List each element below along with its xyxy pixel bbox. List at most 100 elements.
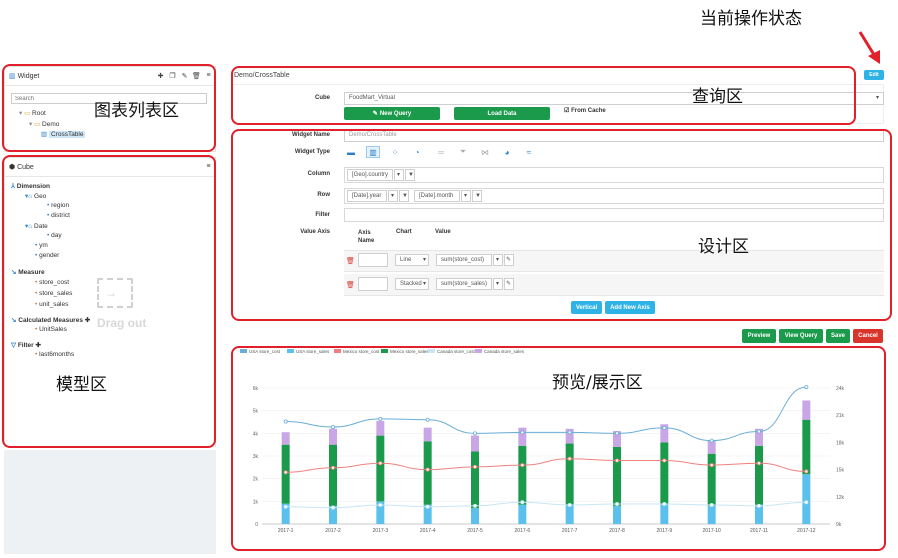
vertical-button[interactable]: Vertical — [571, 301, 602, 314]
row-year-filter-icon[interactable]: ▼ — [399, 190, 409, 202]
line-point — [709, 463, 714, 468]
dim-ym[interactable]: • ym — [35, 242, 48, 249]
add-icon[interactable]: ✚ — [156, 71, 165, 80]
axis-2-value-pill[interactable]: sum(store_sales) — [436, 278, 492, 290]
calculated-group[interactable]: ↘ Calculated Measures ✚ — [11, 316, 90, 324]
preview-button[interactable]: Preview — [742, 329, 776, 343]
filter-group[interactable]: ▽ Filter ✚ — [11, 341, 41, 349]
measure-group[interactable]: ↘ Measure — [11, 268, 45, 276]
calc-unitsales[interactable]: • UnitSales — [35, 326, 67, 333]
right-axis-tick: 9k — [836, 522, 842, 528]
edit-icon[interactable]: ✎ — [180, 71, 189, 80]
widget-type-globe-icon[interactable]: ◕ — [500, 146, 514, 158]
line-point — [709, 438, 714, 443]
row-year-sort-dropdown[interactable]: ▾ — [388, 190, 398, 202]
axis-2-edit-icon[interactable]: ✎ — [504, 278, 514, 290]
trash-icon[interactable]: 🗑 — [192, 71, 201, 80]
line-point — [520, 430, 525, 435]
column-dropzone[interactable] — [344, 167, 884, 183]
tree-crosstable[interactable]: ▥ CrossTable — [41, 130, 86, 138]
axis-1-chart-select[interactable]: Line ▾ — [395, 254, 429, 266]
dim-district[interactable]: • district — [47, 212, 70, 219]
line-point — [472, 503, 477, 508]
from-cache-checkbox[interactable]: ☑ From Cache — [564, 107, 606, 114]
axis-1-value-dropdown[interactable]: ▾ — [493, 254, 503, 266]
load-data-button[interactable]: Load Data — [454, 107, 550, 120]
axis-2-value-dropdown[interactable]: ▾ — [493, 278, 503, 290]
dimension-group[interactable]: ⅄ Dimension — [11, 182, 50, 190]
axis-1-edit-icon[interactable]: ✎ — [504, 254, 514, 266]
legend-label: Canada store_cost — [437, 349, 476, 354]
widget-type-kpi-icon[interactable]: ═ — [434, 146, 448, 158]
edit-status-badge: Edit — [864, 70, 884, 80]
widget-type-pie-icon[interactable]: ◔ — [410, 146, 424, 158]
line-point — [425, 504, 430, 509]
column-pill[interactable]: [Geo].country — [347, 169, 393, 181]
line-point — [331, 465, 336, 470]
bar-segment — [802, 419, 811, 475]
tree-root[interactable]: ▾ ▭ Root — [19, 109, 46, 117]
line-point — [757, 429, 762, 434]
preview-annotation: 预览/展示区 — [552, 373, 643, 393]
edit-icon: ✎ — [372, 111, 378, 117]
copy-icon[interactable]: ❐ — [168, 71, 177, 80]
line-point — [472, 431, 477, 436]
save-button[interactable]: Save — [826, 329, 850, 343]
dim-day[interactable]: • day — [47, 232, 62, 239]
bar-segment — [613, 505, 621, 524]
view-query-button[interactable]: View Query — [779, 329, 823, 343]
dim-geo[interactable]: ▾⌂ Geo — [25, 192, 46, 200]
widget-type-funnel-icon[interactable]: ⏷ — [456, 146, 470, 158]
drag-out-hint: Drag out — [97, 316, 147, 330]
line-point — [804, 500, 809, 505]
dim-region[interactable]: • region — [47, 202, 69, 209]
add-calculated-icon[interactable]: ✚ — [85, 317, 90, 324]
filter-last6months[interactable]: • last6months — [35, 351, 74, 358]
filter-dropzone[interactable] — [344, 208, 884, 222]
model-annotation: 模型区 — [56, 375, 107, 395]
column-sort-dropdown[interactable]: ▾ — [394, 169, 404, 181]
legend-swatch — [475, 349, 482, 353]
widget-type-map-icon[interactable]: ≈ — [522, 146, 536, 158]
add-new-axis-button[interactable]: Add New Axis — [605, 301, 655, 314]
query-annotation: 查询区 — [692, 87, 743, 107]
widget-name-input[interactable]: Demo/CrossTable — [344, 129, 884, 142]
axis-1-value-pill[interactable]: sum(store_cost) — [436, 254, 492, 266]
tree-demo[interactable]: ▾ ▭ Demo — [29, 120, 59, 128]
row-month-sort-dropdown[interactable]: ▾ — [461, 190, 471, 202]
legend-swatch — [381, 349, 388, 353]
line-point — [378, 461, 383, 466]
measure-store-sales[interactable]: • store_sales — [35, 290, 72, 297]
cube-select[interactable]: FoodMart_Virtual ▾ — [344, 92, 884, 105]
widget-panel-title: Widget — [17, 73, 40, 80]
widget-type-table-icon[interactable]: ▬ — [344, 146, 358, 158]
checkbox-icon: ☑ — [564, 108, 570, 114]
new-query-button[interactable]: ✎ New Query — [344, 107, 440, 120]
axis-2-name-input[interactable] — [358, 277, 388, 291]
row-month-filter-icon[interactable]: ▼ — [472, 190, 482, 202]
column-filter-icon[interactable]: ▼ — [405, 169, 415, 181]
menu-icon[interactable]: ≡ — [204, 71, 213, 80]
axis-1-name-input[interactable] — [358, 253, 388, 267]
legend-label: Canada store_sales — [484, 349, 525, 354]
axis-2-chart-select[interactable]: Stacked ▾ — [395, 278, 429, 290]
line-point — [425, 467, 430, 472]
widget-type-sankey-icon[interactable]: ⋈ — [478, 146, 492, 158]
widget-type-scatter-icon[interactable]: ⁘ — [388, 146, 402, 158]
line-point — [662, 425, 667, 430]
row-pill-year[interactable]: [Date].year — [347, 190, 387, 202]
delete-axis-2-icon[interactable]: 🗑 — [346, 281, 355, 289]
bar-segment — [707, 453, 716, 506]
row-label: Row — [317, 192, 330, 198]
measure-unit-sales[interactable]: • unit_sales — [35, 301, 68, 308]
row-pill-month[interactable]: [Date].month — [414, 190, 460, 202]
bar-segment — [471, 451, 479, 509]
delete-axis-1-icon[interactable]: 🗑 — [346, 257, 355, 265]
cube-menu-icon[interactable]: ≡ — [204, 162, 213, 171]
dim-gender[interactable]: • gender — [35, 252, 59, 259]
cancel-button[interactable]: Cancel — [853, 329, 883, 343]
add-filter-icon[interactable]: ✚ — [36, 342, 41, 349]
widget-type-bar-icon[interactable]: ▥ — [366, 146, 380, 158]
dim-date[interactable]: ▾⌂ Date — [25, 222, 48, 230]
measure-store-cost[interactable]: • store_cost — [35, 279, 69, 286]
